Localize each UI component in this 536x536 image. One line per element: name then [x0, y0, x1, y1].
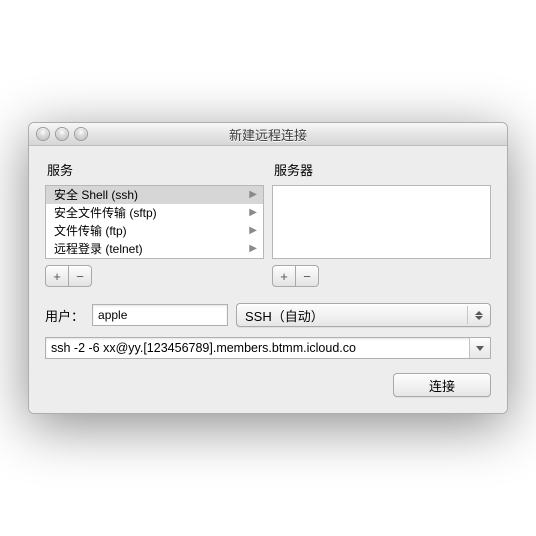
remove-server-button[interactable]: − [295, 265, 319, 287]
footer: 连接 [45, 373, 491, 397]
user-label: 用户： [45, 306, 84, 325]
servers-label: 服务器 [274, 160, 491, 179]
services-list[interactable]: 安全 Shell (ssh) ▶ 安全文件传输 (sftp) ▶ 文件传输 (f… [45, 185, 264, 259]
chevron-right-icon: ▶ [249, 223, 257, 239]
chevron-down-icon [476, 346, 484, 351]
list-item-label: 远程登录 (telnet) [54, 241, 143, 257]
chevron-right-icon: ▶ [249, 241, 257, 257]
servers-add-remove: + − [272, 265, 491, 287]
services-add-remove: + − [45, 265, 264, 287]
services-label: 服务 [47, 160, 264, 179]
window-title: 新建远程连接 [29, 125, 507, 144]
protocol-select[interactable]: SSH（自动） [236, 303, 491, 327]
command-field[interactable] [45, 337, 491, 359]
titlebar: 新建远程连接 [29, 123, 507, 146]
minimize-icon[interactable] [56, 128, 68, 140]
chevron-right-icon: ▶ [249, 205, 257, 221]
service-item-telnet[interactable]: 远程登录 (telnet) ▶ [46, 240, 263, 258]
user-field[interactable] [92, 304, 228, 326]
remove-service-button[interactable]: − [68, 265, 92, 287]
service-item-ssh[interactable]: 安全 Shell (ssh) ▶ [46, 186, 263, 204]
service-item-ftp[interactable]: 文件传输 (ftp) ▶ [46, 222, 263, 240]
command-row [45, 337, 491, 359]
connect-button[interactable]: 连接 [393, 373, 491, 397]
window: 新建远程连接 服务 安全 Shell (ssh) ▶ 安全文件传输 (sftp)… [28, 122, 508, 414]
select-stepper-icon [467, 306, 486, 324]
servers-list[interactable] [272, 185, 491, 259]
protocol-selected: SSH（自动） [245, 306, 324, 325]
zoom-icon[interactable] [75, 128, 87, 140]
servers-column: 服务器 + − [272, 158, 491, 287]
user-row: 用户： SSH（自动） [45, 303, 491, 327]
chevron-right-icon: ▶ [249, 187, 257, 203]
service-item-sftp[interactable]: 安全文件传输 (sftp) ▶ [46, 204, 263, 222]
traffic-lights [29, 128, 87, 140]
list-item-label: 安全文件传输 (sftp) [54, 205, 157, 221]
add-server-button[interactable]: + [272, 265, 295, 287]
content: 服务 安全 Shell (ssh) ▶ 安全文件传输 (sftp) ▶ 文件传输… [29, 146, 507, 413]
list-item-label: 安全 Shell (ssh) [54, 187, 138, 203]
close-icon[interactable] [37, 128, 49, 140]
command-history-dropdown[interactable] [469, 338, 490, 358]
list-item-label: 文件传输 (ftp) [54, 223, 127, 239]
services-column: 服务 安全 Shell (ssh) ▶ 安全文件传输 (sftp) ▶ 文件传输… [45, 158, 264, 287]
add-service-button[interactable]: + [45, 265, 68, 287]
